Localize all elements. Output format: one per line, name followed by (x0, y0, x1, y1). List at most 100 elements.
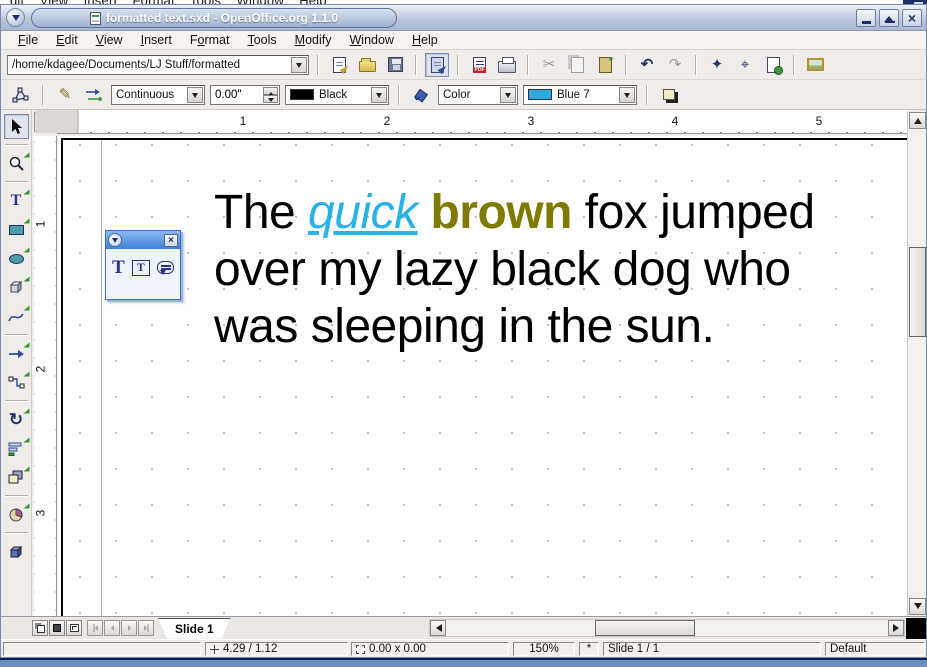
last-slide-button[interactable] (138, 620, 154, 636)
line-style-combobox[interactable]: Continuous (111, 85, 205, 105)
fill-style-combobox[interactable]: Color (438, 85, 518, 105)
maximize-button[interactable] (879, 9, 899, 27)
cut-button[interactable]: ✂ (537, 53, 561, 77)
horizontal-scrollbar[interactable] (429, 619, 905, 637)
navigator-button[interactable]: ✦ (705, 53, 729, 77)
new-document-button[interactable] (327, 53, 351, 77)
status-zoom-field[interactable]: 150% (513, 642, 575, 656)
line-color-dropdown-button[interactable] (371, 87, 387, 103)
arrowheads-icon (85, 88, 103, 102)
fill-button[interactable] (409, 83, 433, 107)
web-document-button[interactable] (761, 53, 785, 77)
tool-3d-objects[interactable] (4, 275, 29, 300)
view-mode-button-2[interactable] (49, 620, 65, 636)
modified-flag: * (587, 643, 591, 655)
tool-alignment[interactable] (4, 436, 29, 461)
text-run-black: The (214, 186, 308, 239)
titlebar[interactable]: formatted text.sxd - OpenOffice.org 1.1.… (1, 5, 926, 31)
tool-ellipse[interactable] (4, 246, 29, 271)
tool-rectangle[interactable] (4, 217, 29, 242)
open-button[interactable] (355, 53, 379, 77)
export-pdf-button[interactable] (467, 53, 491, 77)
close-button[interactable]: × (902, 9, 922, 27)
floating-toolbar-titlebar[interactable]: × (106, 231, 180, 249)
app-icon (90, 12, 101, 25)
arrow-style-button[interactable] (82, 83, 106, 107)
text-run-brown: brown (430, 186, 571, 239)
horizontal-scroll-thumb[interactable] (595, 620, 695, 636)
window-menu-button[interactable] (6, 8, 25, 27)
view-mode-button-1[interactable] (32, 620, 48, 636)
menu-insert[interactable]: Insert (132, 32, 181, 48)
tool-zoom[interactable] (4, 151, 29, 176)
tool-3d-controller[interactable] (4, 539, 29, 564)
menu-file[interactable]: File (9, 32, 47, 48)
undo-icon: ↶ (641, 57, 654, 72)
line-width-spinbox[interactable]: 0.00" (210, 85, 280, 105)
vertical-scroll-thumb[interactable] (909, 247, 926, 337)
line-button[interactable]: ✎ (53, 83, 77, 107)
redo-button[interactable]: ↷ (663, 53, 687, 77)
path-dropdown-button[interactable] (291, 57, 307, 73)
status-template-field[interactable]: Default (825, 642, 925, 656)
floating-toolbar-close-button[interactable]: × (164, 234, 178, 247)
spin-up-button[interactable] (263, 87, 278, 95)
scroll-down-button[interactable] (909, 598, 926, 615)
print-button[interactable] (495, 53, 519, 77)
tool-lines-arrows[interactable] (4, 341, 29, 366)
tool-insert[interactable] (4, 502, 29, 527)
horizontal-ruler[interactable]: 1 2 3 4 5 (57, 110, 907, 134)
copy-button[interactable] (565, 53, 589, 77)
menu-help[interactable]: Help (403, 32, 447, 48)
menu-format[interactable]: Format (181, 32, 239, 48)
save-button[interactable] (383, 53, 407, 77)
slide-text-block[interactable]: The quick brown fox jumped over my lazy … (214, 184, 874, 355)
slide-tab[interactable]: Slide 1 (158, 618, 231, 639)
fit-text-to-frame-icon[interactable]: T (132, 260, 150, 276)
gallery-button[interactable] (803, 53, 827, 77)
scroll-left-button[interactable] (430, 620, 446, 636)
spin-down-button[interactable] (263, 95, 278, 103)
line-style-dropdown-button[interactable] (187, 87, 203, 103)
find-button[interactable]: ⌖ (733, 53, 757, 77)
edit-file-button[interactable] (425, 53, 449, 77)
first-slide-button[interactable] (87, 620, 103, 636)
paste-button[interactable]: ▸ (593, 53, 617, 77)
menu-window[interactable]: Window (340, 32, 402, 48)
menu-tools[interactable]: Tools (238, 32, 285, 48)
callout-icon[interactable] (157, 261, 174, 274)
text-tool-icon[interactable]: T (112, 258, 125, 277)
ellipse-icon (9, 254, 24, 264)
fill-color-combobox[interactable]: Blue 7 (523, 85, 637, 105)
menu-edit[interactable]: Edit (47, 32, 87, 48)
line-color-combobox[interactable]: Black (285, 85, 389, 105)
edit-points-button[interactable] (9, 83, 33, 107)
text-floating-toolbar[interactable]: × T T (105, 230, 181, 300)
slide-view-icon (53, 624, 61, 632)
tool-curve[interactable] (4, 304, 29, 329)
menu-modify[interactable]: Modify (286, 32, 341, 48)
undo-button[interactable]: ↶ (635, 53, 659, 77)
vertical-scrollbar[interactable] (907, 112, 926, 616)
shadow-button[interactable] (657, 83, 681, 107)
tool-rotate[interactable]: ↻ (4, 407, 29, 432)
window-resize-corner[interactable] (906, 618, 926, 639)
tool-arrange[interactable] (4, 465, 29, 490)
scroll-up-button[interactable] (909, 112, 926, 129)
tool-text[interactable]: T (4, 188, 29, 213)
previous-slide-button[interactable] (104, 620, 120, 636)
tool-select[interactable] (4, 114, 29, 139)
next-slide-button[interactable] (121, 620, 137, 636)
minimize-button[interactable] (856, 9, 876, 27)
vertical-ruler[interactable]: 1 2 3 (34, 136, 57, 616)
text-run-quick: quick (308, 186, 418, 239)
drawing-canvas[interactable]: The quick brown fox jumped over my lazy … (58, 136, 907, 616)
scroll-right-button[interactable] (888, 620, 904, 636)
fill-style-dropdown-button[interactable] (500, 87, 516, 103)
tool-connector[interactable] (4, 370, 29, 395)
fill-color-dropdown-button[interactable] (619, 87, 635, 103)
view-mode-button-3[interactable] (66, 620, 82, 636)
menu-view[interactable]: View (87, 32, 132, 48)
floating-toolbar-menu-button[interactable] (108, 233, 122, 247)
document-path-combobox[interactable]: /home/kdagee/Documents/LJ Stuff/formatte… (7, 55, 309, 75)
